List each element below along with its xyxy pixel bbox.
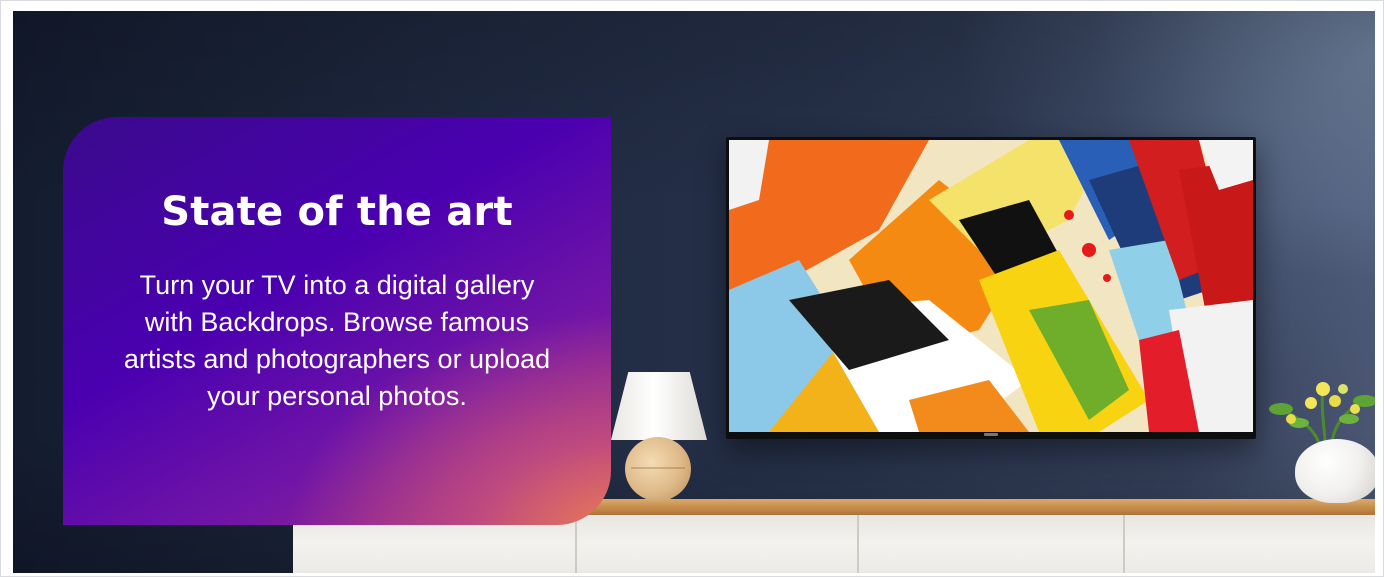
tv bbox=[726, 137, 1256, 439]
living-room-scene: State of the art Turn your TV into a dig… bbox=[13, 11, 1375, 573]
sideboard-door-divider bbox=[575, 515, 577, 573]
promo-card: State of the art Turn your TV into a dig… bbox=[63, 117, 611, 525]
sideboard-door-divider bbox=[857, 515, 859, 573]
vase bbox=[1295, 439, 1375, 503]
abstract-painting-image bbox=[729, 140, 1253, 432]
banner-frame: State of the art Turn your TV into a dig… bbox=[0, 0, 1384, 577]
tv-screen-artwork bbox=[729, 140, 1253, 432]
sideboard-door-divider bbox=[1123, 515, 1125, 573]
promo-title: State of the art bbox=[161, 189, 513, 235]
promo-description: Turn your TV into a digital gallery with… bbox=[123, 270, 551, 411]
plant-icon bbox=[1269, 382, 1375, 449]
lamp-base bbox=[625, 437, 691, 501]
tv-brand-logo bbox=[984, 433, 998, 436]
